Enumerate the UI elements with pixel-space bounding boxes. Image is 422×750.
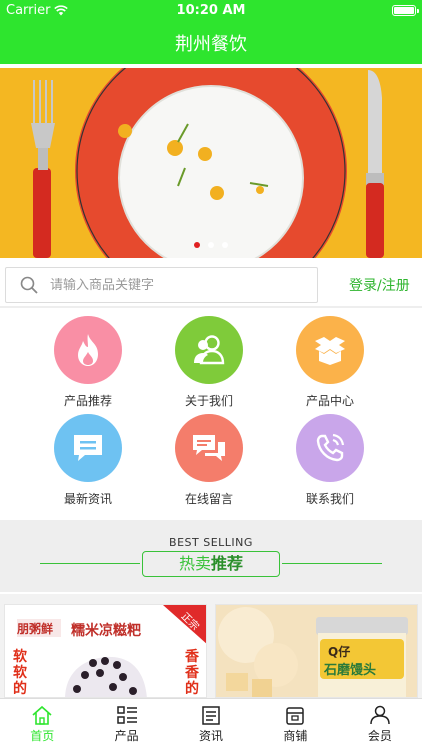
chat-bubbles-icon [193, 435, 225, 461]
hot-recommend-pill: 热卖推荐 [142, 551, 280, 577]
search-box[interactable] [5, 267, 318, 303]
grid-circle [175, 414, 243, 482]
product-side-text-left: 软软的 [13, 649, 27, 697]
product-card[interactable]: Q仔 石磨馒头 [215, 604, 418, 698]
grid-circle [296, 316, 364, 384]
home-icon [32, 705, 52, 725]
tab-products[interactable]: 产品 [84, 699, 168, 750]
product-brand: 朋粥鲜 [17, 622, 54, 636]
grid-item-product-recommend[interactable]: 产品推荐 [38, 316, 138, 409]
users-icon [194, 335, 225, 365]
tab-label: 首页 [30, 729, 55, 743]
pill-recommend-text: 推荐 [211, 554, 244, 573]
search-input[interactable] [50, 277, 290, 293]
search-icon [20, 276, 38, 294]
box-icon [315, 337, 345, 365]
search-row: 登录/注册 [0, 262, 422, 306]
person-icon [370, 705, 390, 725]
grid-circle [175, 316, 243, 384]
tab-label: 资讯 [199, 729, 224, 743]
product-brand: Q仔 [328, 645, 351, 659]
tab-news[interactable]: 资讯 [169, 699, 253, 750]
grid-circle [54, 316, 122, 384]
banner-carousel[interactable] [0, 68, 422, 258]
carousel-dot[interactable] [222, 242, 228, 248]
page-title: 荆州餐饮 [175, 34, 247, 55]
flame-icon [78, 334, 98, 366]
carousel-dots [0, 242, 422, 248]
grid-item-product-center[interactable]: 产品中心 [280, 316, 380, 409]
news-icon [202, 706, 220, 725]
phone-icon [316, 433, 345, 462]
grid-label: 最新资讯 [63, 492, 112, 506]
grid-label: 关于我们 [184, 394, 233, 408]
message-icon [74, 435, 102, 461]
status-bar: Carrier 10:20 AM [0, 0, 422, 22]
grid-circle [296, 414, 364, 482]
grid-item-about-us[interactable]: 关于我们 [159, 316, 259, 409]
battery-icon [392, 5, 419, 16]
tab-bar: 首页 产品 资讯 商铺 会员 [0, 698, 422, 750]
decorative-line [40, 563, 140, 564]
product-card[interactable]: 朋粥鲜 糯米凉糍粑 正宗 软软的 香香的 [4, 604, 207, 698]
tab-member[interactable]: 会员 [338, 699, 422, 750]
category-grid: 产品推荐 关于我们 产品中心 最新资讯 在线留言 联系我们 [0, 312, 422, 512]
product-image [216, 605, 417, 697]
grid-item-latest-news[interactable]: 最新资讯 [38, 414, 138, 507]
product-name: 糯米凉糍粑 [71, 623, 141, 639]
decorative-line [282, 563, 382, 564]
grid-circle [54, 414, 122, 482]
carousel-dot-active[interactable] [194, 242, 200, 248]
banner-image [0, 68, 422, 258]
grid-item-online-message[interactable]: 在线留言 [159, 414, 259, 507]
shop-icon [286, 707, 305, 725]
grid-list-icon [116, 706, 137, 724]
grid-label: 产品推荐 [63, 394, 112, 408]
best-selling-section: BEST SELLING 热卖推荐 [0, 520, 422, 592]
clock: 10:20 AM [176, 3, 246, 18]
product-list: 朋粥鲜 糯米凉糍粑 正宗 软软的 香香的 Q仔 石磨馒头 [0, 594, 422, 698]
product-name: 石磨馒头 [324, 663, 377, 678]
pill-hot-text: 热卖 [178, 554, 211, 573]
carousel-dot[interactable] [208, 242, 214, 248]
grid-label: 在线留言 [184, 492, 233, 506]
navigation-bar: 荆州餐饮 [0, 22, 422, 64]
tab-label: 商铺 [283, 729, 308, 743]
product-side-text-right: 香香的 [185, 649, 199, 697]
grid-label: 产品中心 [305, 394, 354, 408]
tab-home[interactable]: 首页 [0, 699, 84, 750]
best-selling-title: BEST SELLING [169, 536, 253, 549]
grid-item-contact-us[interactable]: 联系我们 [280, 414, 380, 507]
divider [0, 306, 422, 308]
grid-label: 联系我们 [305, 492, 354, 506]
tab-label: 会员 [367, 729, 392, 743]
product-image [5, 605, 206, 697]
login-register-link[interactable]: 登录/注册 [349, 275, 410, 295]
tab-label: 产品 [114, 729, 139, 743]
tab-shop[interactable]: 商铺 [253, 699, 337, 750]
